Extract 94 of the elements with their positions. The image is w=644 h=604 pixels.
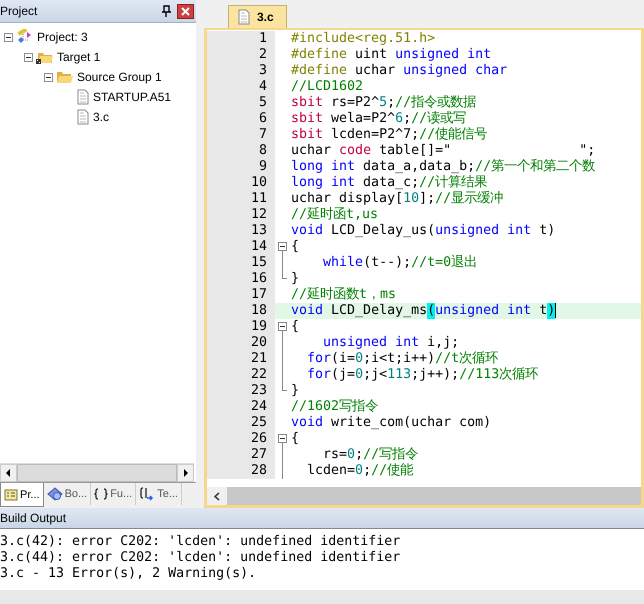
tree-item[interactable]: 3.c	[93, 110, 110, 124]
code-line: //延时函t,us	[290, 207, 378, 223]
tree-item[interactable]: Source Group 1	[77, 70, 162, 84]
line-number: 18	[207, 303, 275, 319]
line-number: 14	[207, 239, 275, 255]
line-number: 28	[207, 463, 275, 479]
code-line: sbit wela=P2^6;//读或写	[290, 111, 466, 127]
line-number: 26	[207, 431, 275, 447]
panel-title: Build Output	[0, 511, 66, 525]
fold-toggle-icon[interactable]	[278, 431, 286, 447]
code-line: for(j=0;j<113;j++);//113次循环	[306, 367, 538, 383]
code-line: }	[290, 383, 300, 399]
code-line: //延时函数t，ms	[290, 287, 396, 303]
template-icon	[139, 487, 156, 501]
line-number: 4	[207, 79, 275, 95]
folder-icon	[56, 69, 74, 85]
code-line: long int data_c;//计算结果	[290, 175, 488, 190]
panel-tab[interactable]: Fu...	[91, 483, 136, 505]
code-line: long int data_a,data_b;//第一个和第二个数	[290, 159, 596, 174]
line-number: 25	[207, 415, 275, 431]
code-line: }	[290, 271, 300, 287]
code-line: #include<reg.51.h>	[290, 31, 436, 47]
code-line: sbit rs=P2^5;//指令或数据	[290, 95, 476, 111]
minus-icon	[26, 54, 31, 60]
code-line: #define uchar unsigned char	[290, 63, 508, 79]
code-line: void LCD_Delay_ms(unsigned int t)	[290, 303, 556, 319]
line-number: 3	[207, 63, 275, 79]
left-arrow-icon	[5, 469, 12, 477]
line-number: 11	[207, 191, 275, 207]
line-number: 7	[207, 127, 275, 143]
book-icon	[46, 487, 63, 501]
code-line: while(t--);//t=0退出	[322, 255, 478, 271]
code-line: uchar display[10];//显示缓冲	[290, 191, 504, 207]
line-number: 16	[207, 271, 275, 287]
code-line: rs=0;//写指令	[322, 447, 418, 463]
line-number: 2	[207, 47, 275, 63]
collapse-toggle[interactable]	[24, 52, 33, 62]
tree-item[interactable]: Project: 3	[37, 30, 88, 44]
line-number: 5	[207, 95, 275, 111]
line-number: 17	[207, 287, 275, 303]
code-line: void LCD_Delay_us(unsigned int t)	[290, 223, 556, 239]
horizontal-scrollbar[interactable]	[0, 463, 194, 482]
collapse-toggle[interactable]	[44, 72, 53, 82]
file-icon	[237, 9, 251, 25]
fold-toggle-icon[interactable]	[278, 319, 286, 335]
output-line: 3.c - 13 Error(s), 2 Warning(s).	[0, 566, 256, 582]
project-window-icon	[4, 488, 18, 500]
fold-toggle-icon[interactable]	[278, 239, 286, 255]
file-icon	[76, 89, 90, 105]
tree-item[interactable]: Target 1	[57, 50, 100, 64]
pin-button[interactable]	[161, 5, 171, 17]
left-chevron-icon	[214, 492, 220, 500]
line-number: 19	[207, 319, 275, 335]
line-number: 1	[207, 31, 275, 47]
code-line: uchar code table[]=" ";	[290, 143, 596, 159]
braces-icon	[94, 488, 108, 500]
code-line: #define uint unsigned int	[290, 47, 492, 63]
panel-tab[interactable]: Pr...	[0, 483, 44, 507]
code-line: {	[290, 319, 300, 335]
minus-icon	[6, 34, 11, 40]
line-number: 13	[207, 223, 275, 239]
close-icon	[181, 6, 190, 16]
line-number: 12	[207, 207, 275, 223]
output-line: 3.c(44): error C202: 'lcden': undefined identifier	[0, 550, 400, 566]
line-number: 10	[207, 175, 275, 191]
code-line: //LCD1602	[290, 79, 364, 95]
line-number: 21	[207, 351, 275, 367]
minus-icon	[46, 74, 51, 80]
line-number: 24	[207, 399, 275, 415]
line-number: 20	[207, 335, 275, 351]
close-button[interactable]	[177, 4, 194, 18]
code-line: for(i=0;i<t;i++)//t次循环	[306, 351, 498, 367]
file-icon	[76, 109, 90, 125]
right-arrow-icon	[182, 469, 189, 477]
code-line: //1602写指令	[290, 399, 378, 415]
code-line: void write_com(uchar com)	[290, 415, 492, 431]
line-number: 15	[207, 255, 275, 271]
code-line: {	[290, 431, 300, 447]
line-number: 27	[207, 447, 275, 463]
code-line: {	[290, 239, 300, 255]
line-number: 8	[207, 143, 275, 159]
line-number: 23	[207, 383, 275, 399]
collapse-toggle[interactable]	[4, 32, 13, 42]
line-number: 22	[207, 367, 275, 383]
line-number: 6	[207, 111, 275, 127]
code-line: sbit lcden=P2^7;//使能信号	[290, 127, 488, 143]
panel-title: Project	[0, 4, 38, 18]
code-line: lcden=0;//使能	[306, 463, 414, 479]
code-line: unsigned int i,j;	[322, 335, 460, 351]
file-tab[interactable]: 3.c	[228, 5, 287, 28]
line-number: 9	[207, 159, 275, 175]
horizontal-scrollbar[interactable]	[207, 487, 641, 505]
tree-item[interactable]: STARTUP.A51	[93, 90, 172, 104]
output-line: 3.c(42): error C202: 'lcden': undefined identifier	[0, 534, 400, 550]
